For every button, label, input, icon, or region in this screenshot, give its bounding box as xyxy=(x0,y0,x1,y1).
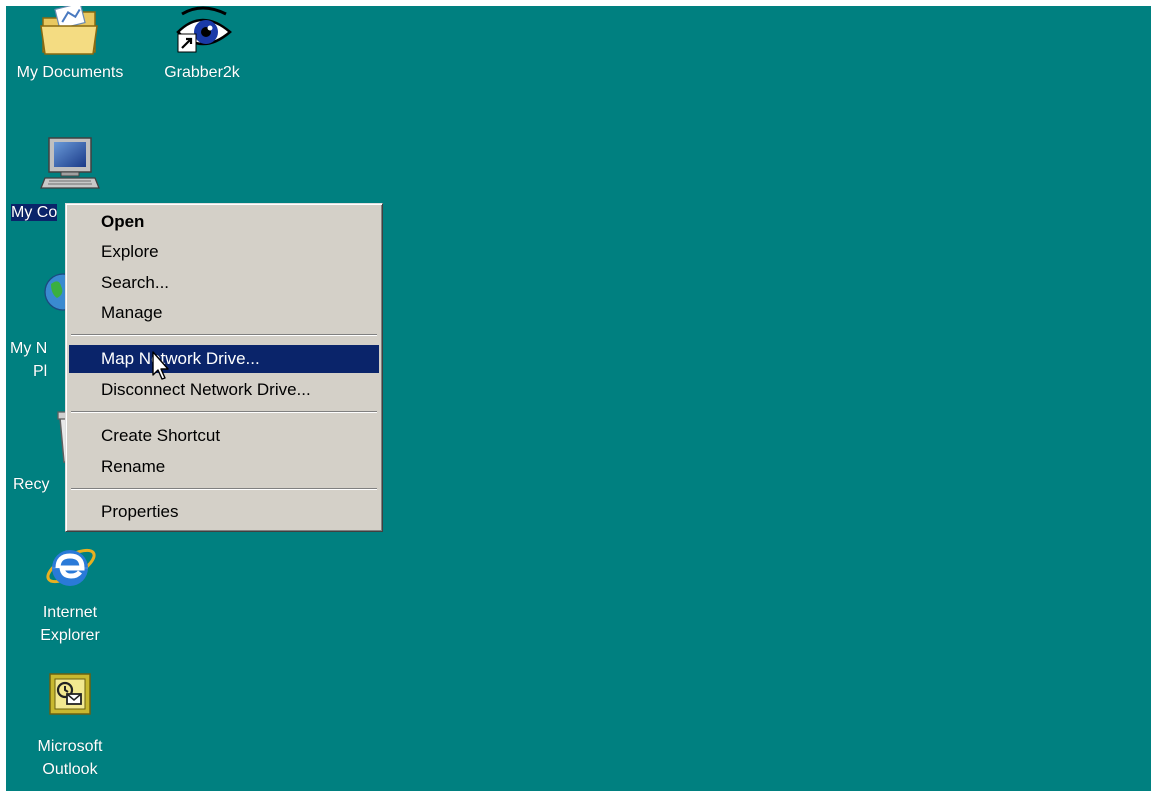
desktop-icon-label: Internet Explorer xyxy=(40,604,100,644)
context-menu: Open Explore Search... Manage Map Networ… xyxy=(65,203,383,532)
desktop-icon-grabber2k[interactable]: Grabber2k xyxy=(132,6,272,100)
internet-explorer-icon xyxy=(40,538,100,599)
menu-item-search[interactable]: Search... xyxy=(69,269,379,297)
desktop-icon-label: Grabber2k xyxy=(164,64,240,81)
menu-separator xyxy=(71,334,377,336)
menu-item-rename[interactable]: Rename xyxy=(69,453,379,481)
menu-item-disconnect-network-drive[interactable]: Disconnect Network Drive... xyxy=(69,376,379,404)
eye-shortcut-icon xyxy=(170,6,234,63)
desktop-icon-label: My Documents xyxy=(16,64,124,81)
computer-icon xyxy=(39,134,101,201)
menu-item-manage[interactable]: Manage xyxy=(69,299,379,327)
menu-separator xyxy=(71,488,377,490)
desktop[interactable]: My Documents Grabber2k My Co My N Pl Rec… xyxy=(6,6,1151,791)
desktop-icon-label: Microsoft Outlook xyxy=(37,738,103,778)
menu-item-map-network-drive[interactable]: Map Network Drive... xyxy=(69,345,379,373)
menu-separator xyxy=(71,411,377,413)
outlook-icon xyxy=(48,672,92,721)
arrow-cursor-icon xyxy=(152,351,172,386)
menu-item-create-shortcut[interactable]: Create Shortcut xyxy=(69,422,379,450)
desktop-icon-microsoft-outlook[interactable]: Microsoft Outlook xyxy=(6,668,140,788)
menu-item-explore[interactable]: Explore xyxy=(69,238,379,266)
desktop-icon-my-documents[interactable]: My Documents xyxy=(6,6,140,100)
desktop-icon-internet-explorer[interactable]: Internet Explorer xyxy=(6,532,140,652)
menu-item-open[interactable]: Open xyxy=(69,208,379,236)
folder-documents-icon xyxy=(39,6,101,63)
menu-item-properties[interactable]: Properties xyxy=(69,498,379,526)
